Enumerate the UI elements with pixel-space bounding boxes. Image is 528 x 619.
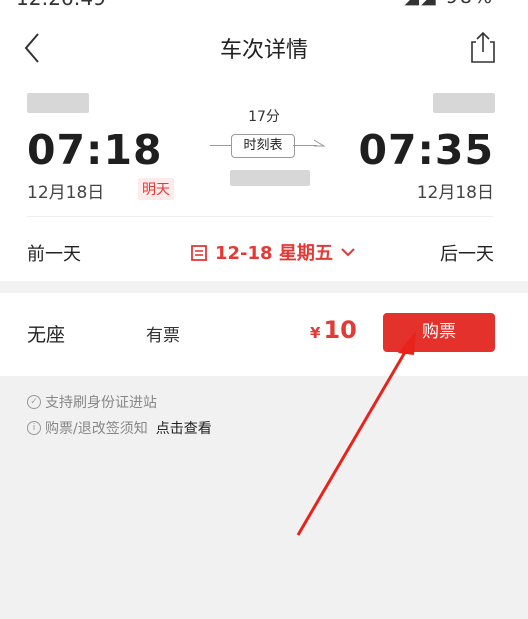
annotation-arrow: [296, 331, 416, 536]
divider-line: [210, 145, 232, 146]
section-separator: [0, 281, 528, 293]
id-card-entry-text: 支持刷身份证进站: [45, 395, 157, 411]
ticket-availability: 有票: [146, 326, 180, 346]
tomorrow-badge: 明天: [138, 178, 174, 200]
signal-icon: ◢◢: [404, 0, 437, 8]
view-notice-link[interactable]: 点击查看: [156, 418, 212, 438]
id-card-entry-note: ✓ 支持刷身份证进站: [27, 392, 157, 412]
departure-time: 07:18: [27, 126, 163, 174]
arrival-date: 12月18日: [416, 183, 494, 203]
share-icon: [471, 31, 495, 63]
section-divider: [27, 216, 493, 217]
prev-day-button[interactable]: 前一天: [27, 240, 81, 266]
check-circle-icon: ✓: [27, 395, 41, 409]
arrow-right-icon: [314, 139, 326, 147]
purchase-notice-text: 购票/退改签须知: [45, 421, 148, 437]
purchase-notice: i 购票/退改签须知 点击查看: [27, 418, 212, 438]
calendar-icon: [191, 244, 207, 261]
chevron-down-icon: [341, 248, 355, 257]
arrival-time: 07:35: [358, 126, 494, 174]
info-circle-icon: i: [27, 421, 41, 435]
departure-date: 12月18日: [27, 183, 105, 203]
page-title: 车次详情: [219, 38, 308, 63]
current-date-label: 12-18 星期五: [215, 243, 333, 264]
battery-percentage: 98%: [446, 0, 494, 8]
date-selector[interactable]: 12-18 星期五: [191, 239, 355, 265]
train-number: [230, 170, 310, 186]
seat-type: 无座: [27, 324, 66, 346]
next-day-button[interactable]: 后一天: [440, 240, 494, 266]
status-bar: 12:26:49 ◢◢ 98%: [0, 0, 528, 18]
status-time: 12:26:49: [16, 0, 106, 10]
status-icons: ◢◢ 98%: [404, 0, 494, 8]
info-panel: [0, 376, 528, 619]
share-button[interactable]: [468, 30, 498, 64]
travel-duration: 17分: [248, 109, 280, 125]
schedule-button[interactable]: 时刻表: [231, 134, 295, 158]
